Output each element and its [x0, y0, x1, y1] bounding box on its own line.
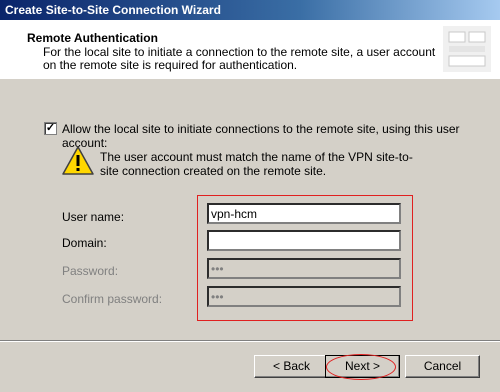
back-button[interactable]: < Back [254, 355, 329, 378]
window-title: Create Site-to-Site Connection Wizard [5, 3, 221, 17]
confirm-password-label: Confirm password: [62, 292, 163, 306]
header-separator [0, 78, 500, 79]
password-label: Password: [62, 264, 119, 278]
window-titlebar: Create Site-to-Site Connection Wizard [0, 0, 500, 20]
username-label: User name: [62, 210, 125, 224]
cancel-button[interactable]: Cancel [405, 355, 480, 378]
warning-message: The user account must match the name of … [100, 150, 413, 178]
domain-label: Domain: [62, 236, 107, 250]
warning-icon [62, 146, 94, 175]
page-description: For the local site to initiate a connect… [43, 45, 436, 72]
annotation-highlight-box [197, 195, 413, 321]
allow-connections-label[interactable]: Allow the local site to initiate connect… [62, 122, 500, 150]
annotation-highlight-ellipse [326, 354, 396, 380]
wizard-graphic-icon [443, 26, 491, 72]
page-title: Remote Authentication [27, 31, 158, 45]
footer-separator [0, 340, 500, 342]
allow-connections-checkbox[interactable]: ✓ [44, 122, 57, 135]
wizard-header: Remote Authentication For the local site… [0, 20, 500, 79]
